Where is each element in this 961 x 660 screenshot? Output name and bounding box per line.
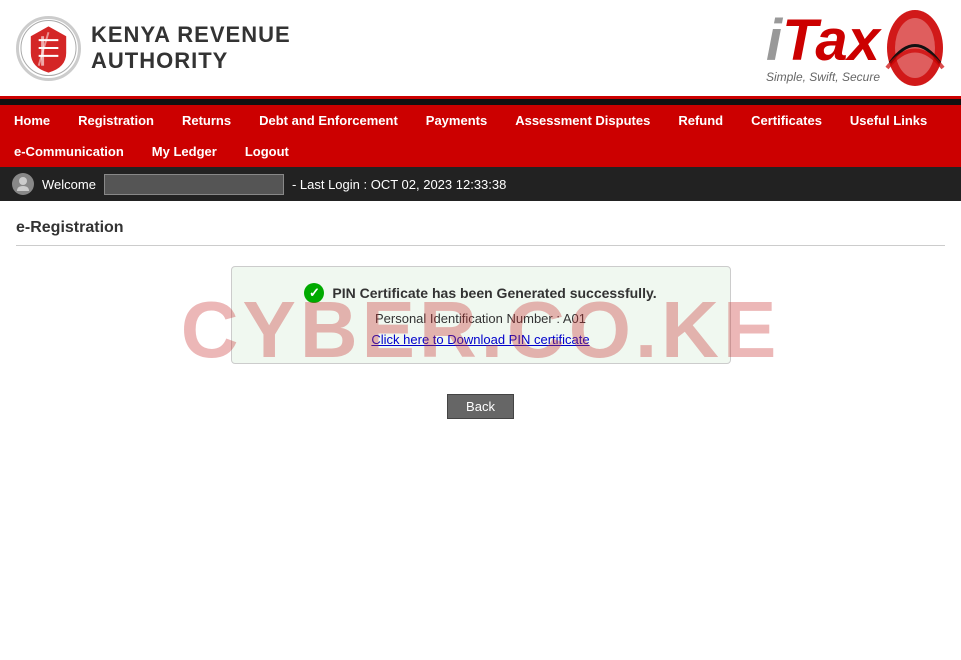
download-certificate-link[interactable]: Click here to Download PIN certificate [371,332,589,347]
success-box: ✓ PIN Certificate has been Generated suc… [231,266,731,364]
kra-name-line2: Authority [91,48,291,74]
pin-number-text: Personal Identification Number : A01 [256,311,706,326]
user-icon [12,173,34,195]
itax-swoosh-graphic [885,8,945,88]
navigation-bar: Home Registration Returns Debt and Enfor… [0,105,961,167]
kra-emblem-svg [19,18,78,78]
welcome-bar: Welcome - Last Login : OCT 02, 2023 12:3… [0,167,961,201]
user-avatar-svg [15,176,31,192]
kra-logo-section: Kenya Revenue Authority [16,16,291,81]
nav-assessment-disputes[interactable]: Assessment Disputes [501,105,664,136]
nav-refund[interactable]: Refund [664,105,737,136]
nav-certificates[interactable]: Certificates [737,105,836,136]
page-content: e-Registration ✓ PIN Certificate has bee… [0,201,961,429]
nav-debt-enforcement[interactable]: Debt and Enforcement [245,105,412,136]
download-link-container: Click here to Download PIN certificate [256,332,706,347]
success-section: ✓ PIN Certificate has been Generated suc… [16,266,945,419]
itax-logo: i Tax Simple, Swift, Secure [766,12,880,84]
nav-row-2: e-Communication My Ledger Logout [0,136,961,167]
kra-name-line1: Kenya Revenue [91,22,291,48]
header: Kenya Revenue Authority i Tax Simple, Sw… [0,0,961,99]
itax-i-letter: i [766,12,782,70]
nav-ecommunication[interactable]: e-Communication [0,136,138,167]
itax-tax-text: Tax [782,12,880,70]
kra-text: Kenya Revenue Authority [91,22,291,74]
success-title: PIN Certificate has been Generated succe… [332,285,656,301]
nav-my-ledger[interactable]: My Ledger [138,136,231,167]
itax-logo-section: i Tax Simple, Swift, Secure [766,8,945,88]
nav-row-1: Home Registration Returns Debt and Enfor… [0,105,961,136]
last-login-text: - Last Login : OCT 02, 2023 12:33:38 [292,177,506,192]
nav-registration[interactable]: Registration [64,105,168,136]
check-icon: ✓ [304,283,324,303]
back-button-container: Back [16,384,945,419]
welcome-label: Welcome [42,177,96,192]
nav-useful-links[interactable]: Useful Links [836,105,941,136]
nav-home[interactable]: Home [0,105,64,136]
page-title: e-Registration [16,211,945,246]
kra-emblem [16,16,81,81]
welcome-username-input[interactable] [104,174,284,195]
nav-payments[interactable]: Payments [412,105,501,136]
success-header: ✓ PIN Certificate has been Generated suc… [256,283,706,303]
nav-returns[interactable]: Returns [168,105,245,136]
itax-swoosh-svg [885,8,945,88]
back-button[interactable]: Back [447,394,514,419]
nav-logout[interactable]: Logout [231,136,303,167]
